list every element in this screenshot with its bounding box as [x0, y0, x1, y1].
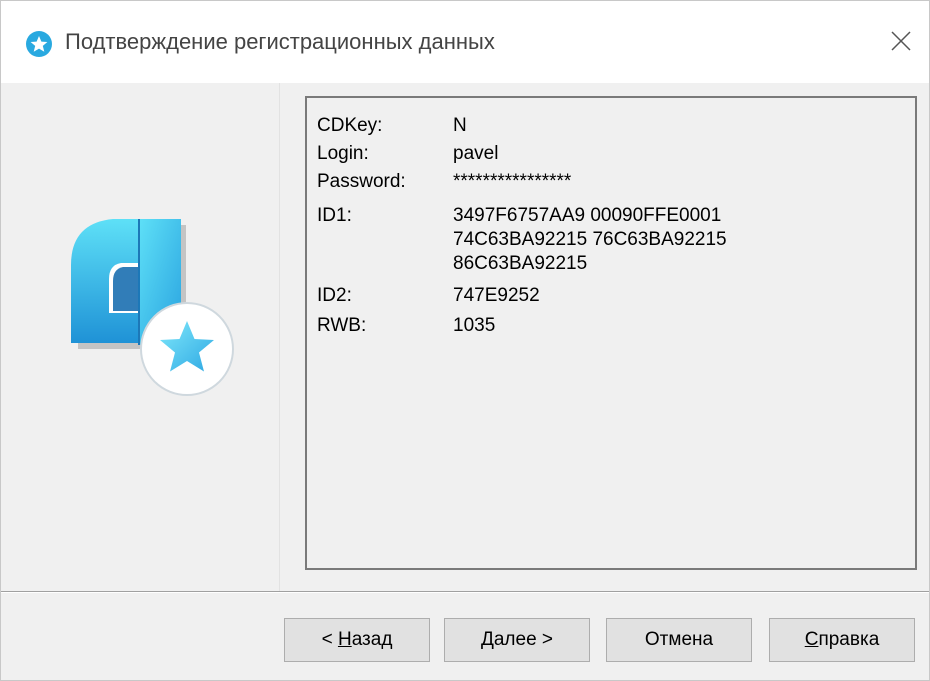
info-row-cdkey: CDKey: N: [317, 114, 467, 138]
back-button-mnemonic: Н: [337, 629, 352, 650]
info-value: N: [453, 115, 467, 136]
info-label: Login:: [317, 143, 369, 164]
registration-info-box: CDKey: N Login: pavel Password: ********…: [305, 96, 917, 570]
next-button-mnemonic: Д: [480, 629, 494, 650]
info-label: CDKey:: [317, 115, 383, 136]
title-bar[interactable]: Подтверждение регистрационных данных: [1, 1, 929, 83]
window-title: Подтверждение регистрационных данных: [65, 29, 495, 54]
info-value: 747E9252: [453, 285, 540, 306]
info-value: 1035: [453, 315, 496, 336]
info-row-login: Login: pavel: [317, 142, 498, 166]
app-star-badge-icon: [25, 30, 53, 58]
info-row-password: Password: ****************: [317, 170, 571, 194]
help-button-mnemonic: С: [804, 629, 819, 650]
info-row-id2: ID2: 747E9252: [317, 284, 540, 308]
close-icon: [890, 30, 912, 57]
back-button[interactable]: < Назад: [284, 618, 430, 662]
help-button[interactable]: Справка: [769, 618, 915, 662]
help-button-rest: правка: [818, 629, 880, 650]
close-button[interactable]: [881, 23, 921, 63]
info-value: pavel: [453, 143, 499, 164]
next-button-rest: алее >: [493, 629, 554, 650]
info-value: 3497F6757AA9 00090FFE0001 74C63BA92215 7…: [453, 205, 727, 274]
next-button[interactable]: Далее >: [444, 618, 590, 662]
dialog-window: Подтверждение регистрационных данных CDK…: [0, 0, 930, 681]
info-label: ID1:: [317, 205, 352, 226]
cancel-button[interactable]: Отмена: [606, 618, 752, 662]
back-button-prefix: <: [321, 629, 338, 650]
back-button-rest: азад: [351, 629, 393, 650]
cancel-button-label: Отмена: [644, 629, 714, 650]
info-value: ****************: [453, 171, 572, 192]
footer-divider-highlight: [1, 592, 929, 593]
info-label: Password:: [317, 171, 406, 192]
product-logo-icon: [51, 213, 241, 403]
info-label: ID2:: [317, 285, 352, 306]
info-label: RWB:: [317, 315, 367, 336]
info-row-rwb: RWB: 1035: [317, 314, 495, 338]
left-image-panel: [1, 83, 280, 591]
info-row-id1: ID1: 3497F6757AA9 00090FFE0001 74C63BA92…: [317, 204, 727, 276]
